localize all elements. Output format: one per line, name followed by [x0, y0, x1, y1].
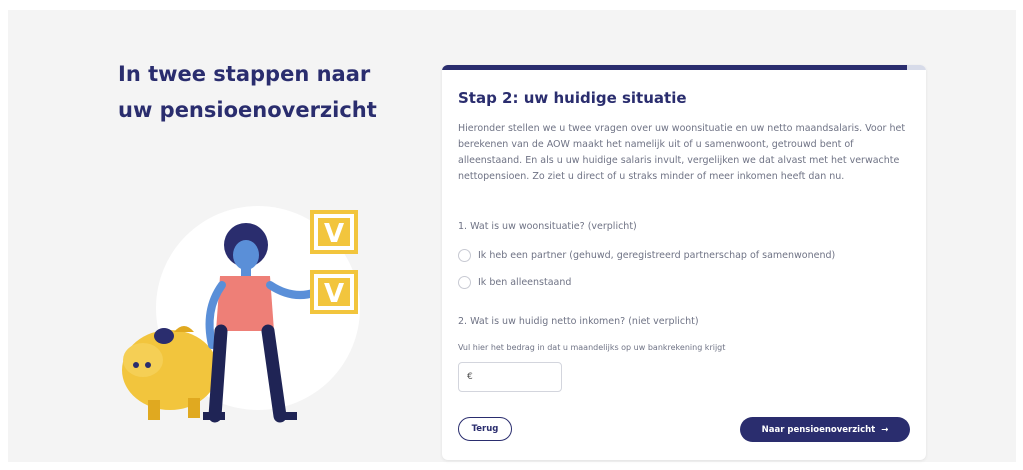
checkbox-icon: V — [310, 210, 358, 254]
currency-symbol: € — [467, 372, 473, 382]
page-title: In twee stappen naar uw pensioenoverzich… — [118, 62, 377, 122]
radio-label: Ik heb een partner (gehuwd, geregistreer… — [478, 250, 836, 261]
radio-option-single[interactable]: Ik ben alleenstaand — [458, 276, 571, 289]
income-input[interactable] — [475, 371, 560, 383]
income-field[interactable]: € — [458, 362, 562, 392]
next-button-label: Naar pensioenoverzicht — [761, 424, 876, 435]
radio-label: Ik ben alleenstaand — [478, 277, 572, 288]
form-card: Stap 2: uw huidige situatie Hieronder st… — [442, 65, 926, 460]
next-button[interactable]: Naar pensioenoverzicht → — [740, 417, 910, 442]
page-background: In twee stappen naar uw pensioenoverzich… — [8, 10, 1016, 462]
checkmark-label: V — [324, 279, 344, 309]
back-button[interactable]: Terug — [458, 417, 512, 441]
progress-bar — [442, 65, 926, 70]
question-living-situation: 1. Wat is uw woonsituatie? (verplicht) — [458, 221, 637, 232]
checkbox-icon: V — [310, 270, 358, 314]
radio-button[interactable] — [458, 249, 471, 262]
arrow-right-icon: → — [881, 424, 889, 435]
radio-button[interactable] — [458, 276, 471, 289]
question-income: 2. Wat is uw huidig netto inkomen? (niet… — [458, 316, 699, 327]
step-title: Stap 2: uw huidige situatie — [458, 89, 687, 107]
radio-option-partner[interactable]: Ik heb een partner (gehuwd, geregistreer… — [458, 249, 835, 262]
progress-fill — [442, 65, 907, 70]
pension-illustration: V V — [122, 206, 360, 423]
income-hint: Vul hier het bedrag in dat u maandelijks… — [458, 343, 726, 352]
checkmark-label: V — [324, 219, 344, 249]
intro-text: Hieronder stellen we u twee vragen over … — [458, 123, 906, 182]
